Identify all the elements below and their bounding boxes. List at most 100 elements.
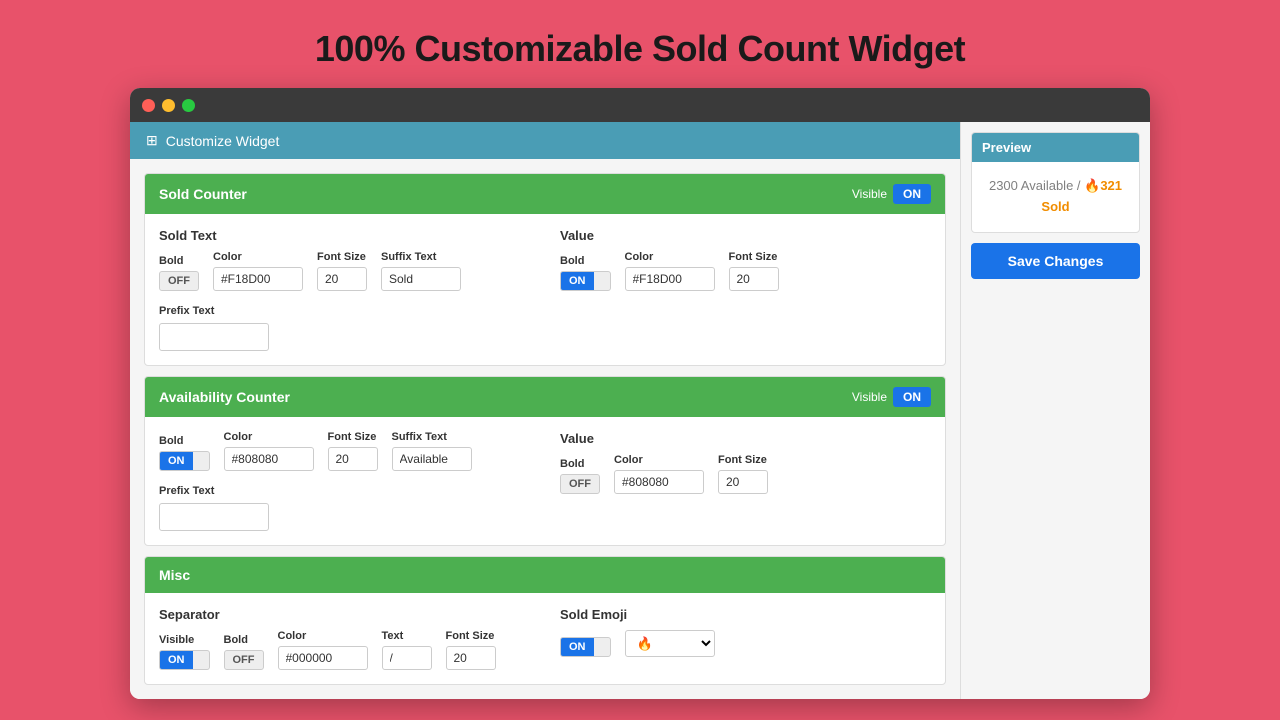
avail-value-fontsize-input[interactable] — [718, 470, 768, 494]
sold-text-color-input[interactable] — [213, 267, 303, 291]
avail-suffix-label: Suffix Text — [392, 431, 472, 443]
close-dot[interactable] — [142, 99, 155, 112]
sold-value-color-input[interactable] — [625, 267, 715, 291]
sold-value-fontsize-col: Font Size — [729, 251, 779, 291]
sold-text-suffix-label: Suffix Text — [381, 251, 461, 263]
emoji-toggle-col: ON — [560, 637, 611, 657]
avail-value-fields-row: Bold OFF Color Font Size — [560, 454, 931, 494]
sold-text-bold-toggle[interactable]: OFF — [159, 271, 199, 291]
emoji-select-col: 🔥 ⭐ ❤️ ✅ 🎉 — [625, 630, 715, 657]
separator-group: Separator Visible ON — [159, 607, 530, 670]
avail-prefix-input[interactable] — [159, 503, 269, 531]
avail-prefix-row: Prefix Text — [159, 481, 530, 531]
preview-header: Preview — [972, 133, 1139, 162]
avail-fontsize-input[interactable] — [328, 447, 378, 471]
avail-value-color-col: Color — [614, 454, 704, 494]
avail-bold-col: Bold ON — [159, 435, 210, 471]
sold-value-fields-row: Bold ON Color — [560, 251, 931, 291]
sep-color-label: Color — [278, 630, 368, 642]
page-title: 100% Customizable Sold Count Widget — [315, 28, 965, 70]
preview-available-text: 2300 Available / — [989, 178, 1084, 193]
sold-value-title: Value — [560, 228, 931, 243]
sold-text-title: Sold Text — [159, 228, 530, 243]
sep-fontsize-col: Font Size — [446, 630, 496, 670]
avail-fontsize-label: Font Size — [328, 431, 378, 443]
emoji-select[interactable]: 🔥 ⭐ ❤️ ✅ 🎉 — [625, 630, 715, 657]
sold-text-fontsize-col: Font Size — [317, 251, 367, 291]
avail-suffix-col: Suffix Text — [392, 431, 472, 471]
sep-bold-label: Bold — [224, 634, 264, 646]
misc-header: Misc — [145, 557, 945, 593]
sep-visible-col: Visible ON — [159, 634, 210, 670]
misc-title: Misc — [159, 567, 190, 583]
avail-value-bold-toggle[interactable]: OFF — [560, 474, 600, 494]
emoji-toggle-spacer — [594, 644, 610, 650]
avail-prefix-label: Prefix Text — [159, 485, 214, 497]
sold-text-bold-label: Bold — [159, 255, 199, 267]
sold-value-color-label: Color — [625, 251, 715, 263]
avail-fontsize-col: Font Size — [328, 431, 378, 471]
sep-fontsize-input[interactable] — [446, 646, 496, 670]
avail-color-input[interactable] — [224, 447, 314, 471]
emoji-visible-toggle[interactable]: ON — [560, 637, 611, 657]
sep-bold-toggle[interactable]: OFF — [224, 650, 264, 670]
availability-main-group: Bold ON Color — [159, 431, 530, 531]
browser-titlebar — [130, 88, 1150, 122]
sold-text-group: Sold Text Bold OFF Color — [159, 228, 530, 351]
avail-suffix-input[interactable] — [392, 447, 472, 471]
sep-visible-toggle[interactable]: ON — [159, 650, 210, 670]
sold-text-prefix-label: Prefix Text — [159, 305, 214, 317]
avail-value-color-input[interactable] — [614, 470, 704, 494]
emoji-toggle-on[interactable]: ON — [561, 638, 594, 656]
sold-emoji-fields-row: ON 🔥 ⭐ ❤️ ✅ — [560, 630, 931, 657]
customize-icon: ⊞ — [146, 132, 158, 149]
availability-visible-label: Visible — [852, 390, 887, 404]
sold-value-bold-label: Bold — [560, 255, 611, 267]
availability-counter-title: Availability Counter — [159, 389, 290, 405]
sold-text-suffix-input[interactable] — [381, 267, 461, 291]
avail-value-bold-label: Bold — [560, 458, 600, 470]
sold-text-suffix-col: Suffix Text — [381, 251, 461, 291]
avail-value-fontsize-label: Font Size — [718, 454, 768, 466]
misc-section: Misc Separator Visible ON — [144, 556, 946, 685]
sold-counter-section: Sold Counter Visible ON Sold Text — [144, 173, 946, 366]
avail-value-fontsize-col: Font Size — [718, 454, 768, 494]
avail-color-col: Color — [224, 431, 314, 471]
sold-text-bold-col: Bold OFF — [159, 255, 199, 291]
sold-value-toggle-on[interactable]: ON — [561, 272, 594, 290]
sold-text-color-label: Color — [213, 251, 303, 263]
sold-value-fontsize-input[interactable] — [729, 267, 779, 291]
sep-toggle-spacer — [193, 657, 209, 663]
availability-visible-toggle[interactable]: ON — [893, 387, 931, 407]
sep-color-input[interactable] — [278, 646, 368, 670]
sold-value-bold-toggle[interactable]: ON — [560, 271, 611, 291]
sold-counter-visible-toggle[interactable]: ON — [893, 184, 931, 204]
separator-fields-row: Visible ON Bold OFF — [159, 630, 530, 670]
sep-toggle-on[interactable]: ON — [160, 651, 193, 669]
preview-body: 2300 Available / 🔥321 Sold — [972, 162, 1139, 232]
sold-text-fields-row: Bold OFF Color Font Size — [159, 251, 530, 291]
save-changes-button[interactable]: Save Changes — [971, 243, 1140, 279]
availability-counter-section: Availability Counter Visible ON Bold — [144, 376, 946, 546]
sold-counter-visible-label: Visible — [852, 187, 887, 201]
sold-counter-header: Sold Counter Visible ON — [145, 174, 945, 214]
availability-fields-row: Bold ON Color — [159, 431, 530, 471]
sold-text-prefix-input[interactable] — [159, 323, 269, 351]
sold-text-fontsize-input[interactable] — [317, 267, 367, 291]
browser-window: ⊞ Customize Widget Sold Counter Visible … — [130, 88, 1150, 699]
sep-text-input[interactable] — [382, 646, 432, 670]
availability-counter-header: Availability Counter Visible ON — [145, 377, 945, 417]
avail-toggle-on[interactable]: ON — [160, 452, 193, 470]
main-panel: ⊞ Customize Widget Sold Counter Visible … — [130, 122, 960, 699]
sold-value-toggle-spacer — [594, 278, 610, 284]
avail-bold-toggle[interactable]: ON — [159, 451, 210, 471]
sold-text-fontsize-label: Font Size — [317, 251, 367, 263]
sold-value-group: Value Bold ON Color — [560, 228, 931, 351]
maximize-dot[interactable] — [182, 99, 195, 112]
browser-content: ⊞ Customize Widget Sold Counter Visible … — [130, 122, 1150, 699]
minimize-dot[interactable] — [162, 99, 175, 112]
sep-text-label: Text — [382, 630, 432, 642]
avail-toggle-spacer — [193, 458, 209, 464]
avail-color-label: Color — [224, 431, 314, 443]
avail-bold-label: Bold — [159, 435, 210, 447]
